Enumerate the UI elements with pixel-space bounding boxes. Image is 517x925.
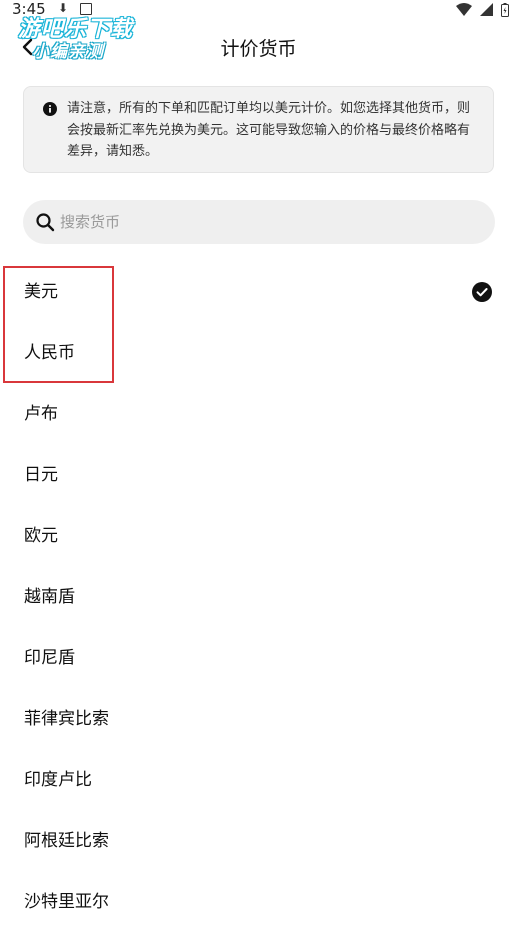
currency-label: 日元 [24, 465, 58, 485]
currency-label: 印尼盾 [24, 648, 75, 668]
currency-item-rub[interactable]: 卢布 [0, 384, 517, 445]
currency-item-inr[interactable]: 印度卢比 [0, 750, 517, 811]
currency-settings-page: 3:45 ⬇ 游吧乐下载 小编亲测 计价货币 请注意，所有的下单和匹配订单均以美… [0, 0, 517, 925]
currency-item-sar[interactable]: 沙特里亚尔 [0, 872, 517, 925]
currency-label: 越南盾 [24, 587, 75, 607]
currency-label: 印度卢比 [24, 770, 92, 790]
checkmark-icon [472, 282, 492, 302]
currency-item-eur[interactable]: 欧元 [0, 506, 517, 567]
wifi-icon [455, 3, 472, 16]
search-input[interactable] [60, 200, 480, 244]
signal-icon [479, 3, 493, 16]
currency-label: 阿根廷比索 [24, 831, 109, 851]
battery-icon [501, 3, 509, 17]
currency-label: 菲律宾比索 [24, 709, 109, 729]
page-title: 计价货币 [220, 38, 297, 60]
notice-text: 请注意，所有的下单和匹配订单均以美元计价。如您选择其他货币，则会按最新汇率先兑换… [67, 101, 471, 159]
currency-item-idr[interactable]: 印尼盾 [0, 628, 517, 689]
currency-label: 卢布 [24, 404, 58, 424]
currency-item-jpy[interactable]: 日元 [0, 445, 517, 506]
currency-label: 欧元 [24, 526, 58, 546]
info-icon [43, 102, 57, 116]
currency-notice: 请注意，所有的下单和匹配订单均以美元计价。如您选择其他货币，则会按最新汇率先兑换… [23, 86, 494, 173]
currency-label: 沙特里亚尔 [24, 892, 109, 912]
search-icon [36, 213, 55, 232]
highlight-annotation-box [3, 266, 114, 383]
search-bar[interactable] [23, 200, 495, 244]
status-icons [453, 3, 509, 17]
currency-item-ars[interactable]: 阿根廷比索 [0, 811, 517, 872]
currency-item-vnd[interactable]: 越南盾 [0, 567, 517, 628]
currency-item-php[interactable]: 菲律宾比索 [0, 689, 517, 750]
